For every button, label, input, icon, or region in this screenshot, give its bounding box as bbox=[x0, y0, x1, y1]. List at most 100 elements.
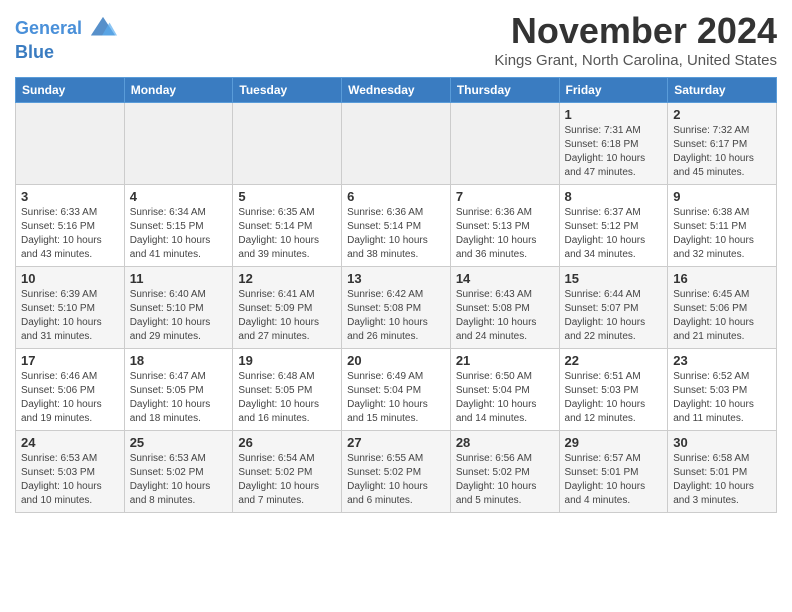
location: Kings Grant, North Carolina, United Stat… bbox=[494, 52, 777, 69]
header-day-saturday: Saturday bbox=[668, 78, 777, 103]
cell-content: Sunrise: 6:49 AM Sunset: 5:04 PM Dayligh… bbox=[347, 370, 445, 426]
cell-content: Sunrise: 6:34 AM Sunset: 5:15 PM Dayligh… bbox=[130, 206, 228, 262]
cell-content: Sunrise: 6:58 AM Sunset: 5:01 PM Dayligh… bbox=[673, 452, 771, 508]
month-title: November 2024 bbox=[494, 10, 777, 52]
cell-content: Sunrise: 7:31 AM Sunset: 6:18 PM Dayligh… bbox=[565, 124, 663, 180]
cell-content: Sunrise: 6:35 AM Sunset: 5:14 PM Dayligh… bbox=[238, 206, 336, 262]
cell-content: Sunrise: 6:44 AM Sunset: 5:07 PM Dayligh… bbox=[565, 288, 663, 344]
day-number: 24 bbox=[21, 435, 119, 450]
header-day-thursday: Thursday bbox=[450, 78, 559, 103]
day-number: 12 bbox=[238, 271, 336, 286]
header-day-sunday: Sunday bbox=[16, 78, 125, 103]
header-day-tuesday: Tuesday bbox=[233, 78, 342, 103]
cell-content: Sunrise: 6:41 AM Sunset: 5:09 PM Dayligh… bbox=[238, 288, 336, 344]
day-number: 6 bbox=[347, 189, 445, 204]
calendar-cell: 27 Sunrise: 6:55 AM Sunset: 5:02 PM Dayli… bbox=[342, 431, 451, 513]
calendar-cell: 15 Sunrise: 6:44 AM Sunset: 5:07 PM Dayli… bbox=[559, 267, 668, 349]
cell-content: Sunrise: 6:33 AM Sunset: 5:16 PM Dayligh… bbox=[21, 206, 119, 262]
calendar-cell bbox=[124, 103, 233, 185]
calendar-cell: 11Sunrise: 6:40 AM Sunset: 5:10 PM Dayli… bbox=[124, 267, 233, 349]
calendar-cell: 7Sunrise: 6:36 AM Sunset: 5:13 PM Daylig… bbox=[450, 185, 559, 267]
week-row-1: 1 Sunrise: 7:31 AM Sunset: 6:18 PM Daylig… bbox=[16, 103, 777, 185]
calendar-cell: 3 Sunrise: 6:33 AM Sunset: 5:16 PM Daylig… bbox=[16, 185, 125, 267]
cell-content: Sunrise: 6:37 AM Sunset: 5:12 PM Dayligh… bbox=[565, 206, 663, 262]
logo-line2: Blue bbox=[15, 43, 117, 63]
logo-text: General bbox=[15, 15, 117, 43]
cell-content: Sunrise: 6:39 AM Sunset: 5:10 PM Dayligh… bbox=[21, 288, 119, 344]
logo: General Blue bbox=[15, 15, 117, 63]
day-number: 7 bbox=[456, 189, 554, 204]
day-number: 3 bbox=[21, 189, 119, 204]
week-row-3: 10 Sunrise: 6:39 AM Sunset: 5:10 PM Dayli… bbox=[16, 267, 777, 349]
calendar-cell: 24Sunrise: 6:53 AM Sunset: 5:03 PM Dayli… bbox=[16, 431, 125, 513]
day-number: 2 bbox=[673, 107, 771, 122]
calendar-cell: 2Sunrise: 7:32 AM Sunset: 6:17 PM Daylig… bbox=[668, 103, 777, 185]
day-number: 1 bbox=[565, 107, 663, 122]
cell-content: Sunrise: 6:51 AM Sunset: 5:03 PM Dayligh… bbox=[565, 370, 663, 426]
calendar-cell: 17 Sunrise: 6:46 AM Sunset: 5:06 PM Dayli… bbox=[16, 349, 125, 431]
calendar-cell: 4 Sunrise: 6:34 AM Sunset: 5:15 PM Daylig… bbox=[124, 185, 233, 267]
cell-content: Sunrise: 6:47 AM Sunset: 5:05 PM Dayligh… bbox=[130, 370, 228, 426]
week-row-2: 3 Sunrise: 6:33 AM Sunset: 5:16 PM Daylig… bbox=[16, 185, 777, 267]
day-number: 21 bbox=[456, 353, 554, 368]
header-day-wednesday: Wednesday bbox=[342, 78, 451, 103]
calendar-cell: 26 Sunrise: 6:54 AM Sunset: 5:02 PM Dayli… bbox=[233, 431, 342, 513]
cell-content: Sunrise: 6:53 AM Sunset: 5:02 PM Dayligh… bbox=[130, 452, 228, 508]
day-number: 14 bbox=[456, 271, 554, 286]
calendar-header-row: SundayMondayTuesdayWednesdayThursdayFrid… bbox=[16, 78, 777, 103]
cell-content: Sunrise: 6:55 AM Sunset: 5:02 PM Dayligh… bbox=[347, 452, 445, 508]
cell-content: Sunrise: 6:46 AM Sunset: 5:06 PM Dayligh… bbox=[21, 370, 119, 426]
calendar-cell: 5 Sunrise: 6:35 AM Sunset: 5:14 PM Daylig… bbox=[233, 185, 342, 267]
calendar-cell: 16 Sunrise: 6:45 AM Sunset: 5:06 PM Dayli… bbox=[668, 267, 777, 349]
day-number: 22 bbox=[565, 353, 663, 368]
day-number: 4 bbox=[130, 189, 228, 204]
calendar-cell: 22 Sunrise: 6:51 AM Sunset: 5:03 PM Dayli… bbox=[559, 349, 668, 431]
calendar-cell: 21 Sunrise: 6:50 AM Sunset: 5:04 PM Dayli… bbox=[450, 349, 559, 431]
day-number: 5 bbox=[238, 189, 336, 204]
cell-content: Sunrise: 6:50 AM Sunset: 5:04 PM Dayligh… bbox=[456, 370, 554, 426]
day-number: 10 bbox=[21, 271, 119, 286]
day-number: 9 bbox=[673, 189, 771, 204]
cell-content: Sunrise: 6:42 AM Sunset: 5:08 PM Dayligh… bbox=[347, 288, 445, 344]
day-number: 16 bbox=[673, 271, 771, 286]
day-number: 28 bbox=[456, 435, 554, 450]
calendar-table: SundayMondayTuesdayWednesdayThursdayFrid… bbox=[15, 77, 777, 513]
cell-content: Sunrise: 6:48 AM Sunset: 5:05 PM Dayligh… bbox=[238, 370, 336, 426]
calendar-cell: 9Sunrise: 6:38 AM Sunset: 5:11 PM Daylig… bbox=[668, 185, 777, 267]
day-number: 25 bbox=[130, 435, 228, 450]
cell-content: Sunrise: 6:54 AM Sunset: 5:02 PM Dayligh… bbox=[238, 452, 336, 508]
day-number: 20 bbox=[347, 353, 445, 368]
calendar-cell: 12 Sunrise: 6:41 AM Sunset: 5:09 PM Dayli… bbox=[233, 267, 342, 349]
logo-icon bbox=[89, 15, 117, 43]
header: General Blue November 2024 Kings Grant, … bbox=[15, 10, 777, 69]
cell-content: Sunrise: 6:45 AM Sunset: 5:06 PM Dayligh… bbox=[673, 288, 771, 344]
day-number: 26 bbox=[238, 435, 336, 450]
calendar-cell: 25 Sunrise: 6:53 AM Sunset: 5:02 PM Dayli… bbox=[124, 431, 233, 513]
cell-content: Sunrise: 6:56 AM Sunset: 5:02 PM Dayligh… bbox=[456, 452, 554, 508]
calendar-cell: 10 Sunrise: 6:39 AM Sunset: 5:10 PM Dayli… bbox=[16, 267, 125, 349]
day-number: 15 bbox=[565, 271, 663, 286]
calendar-cell: 8Sunrise: 6:37 AM Sunset: 5:12 PM Daylig… bbox=[559, 185, 668, 267]
header-day-monday: Monday bbox=[124, 78, 233, 103]
day-number: 30 bbox=[673, 435, 771, 450]
day-number: 18 bbox=[130, 353, 228, 368]
calendar-cell: 14Sunrise: 6:43 AM Sunset: 5:08 PM Dayli… bbox=[450, 267, 559, 349]
day-number: 27 bbox=[347, 435, 445, 450]
calendar-cell: 20 Sunrise: 6:49 AM Sunset: 5:04 PM Dayli… bbox=[342, 349, 451, 431]
logo-line1: General bbox=[15, 18, 82, 38]
cell-content: Sunrise: 6:40 AM Sunset: 5:10 PM Dayligh… bbox=[130, 288, 228, 344]
week-row-4: 17 Sunrise: 6:46 AM Sunset: 5:06 PM Dayli… bbox=[16, 349, 777, 431]
calendar-cell: 6Sunrise: 6:36 AM Sunset: 5:14 PM Daylig… bbox=[342, 185, 451, 267]
calendar-cell: 28 Sunrise: 6:56 AM Sunset: 5:02 PM Dayli… bbox=[450, 431, 559, 513]
calendar-cell bbox=[342, 103, 451, 185]
day-number: 17 bbox=[21, 353, 119, 368]
header-day-friday: Friday bbox=[559, 78, 668, 103]
title-area: November 2024 Kings Grant, North Carolin… bbox=[494, 10, 777, 69]
calendar-cell: 23Sunrise: 6:52 AM Sunset: 5:03 PM Dayli… bbox=[668, 349, 777, 431]
cell-content: Sunrise: 6:52 AM Sunset: 5:03 PM Dayligh… bbox=[673, 370, 771, 426]
day-number: 13 bbox=[347, 271, 445, 286]
day-number: 19 bbox=[238, 353, 336, 368]
calendar-cell: 30 Sunrise: 6:58 AM Sunset: 5:01 PM Dayli… bbox=[668, 431, 777, 513]
day-number: 29 bbox=[565, 435, 663, 450]
calendar-cell: 29Sunrise: 6:57 AM Sunset: 5:01 PM Dayli… bbox=[559, 431, 668, 513]
